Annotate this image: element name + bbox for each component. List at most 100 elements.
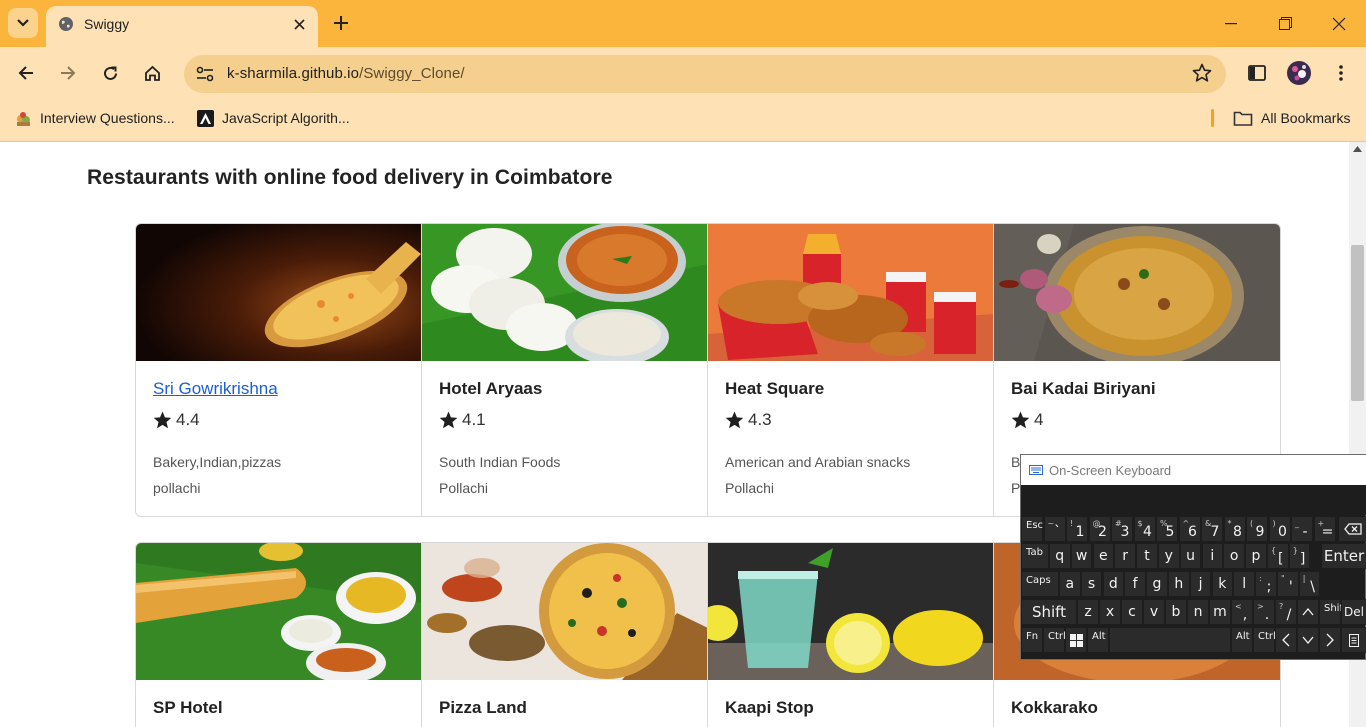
osk-key-6[interactable]: % 5 [1156, 516, 1178, 542]
forward-button[interactable] [54, 59, 82, 87]
restaurant-card[interactable]: Sri Gowrikrishna 4.4 Bakery,Indian,pizza… [136, 224, 422, 516]
osk-key-u[interactable]: u [1179, 543, 1202, 569]
osk-key-backspace[interactable] [1338, 516, 1366, 542]
reload-button[interactable] [96, 59, 124, 87]
site-info-button[interactable] [194, 63, 216, 85]
osk-key-8[interactable]: <, [1231, 599, 1253, 625]
osk-key-right-shift[interactable]: Shift [1319, 599, 1347, 625]
scroll-thumb[interactable] [1351, 245, 1364, 401]
osk-key-tab[interactable]: Tab [1021, 543, 1049, 569]
restaurant-name[interactable]: Hotel Aryaas [439, 379, 542, 399]
osk-key-t[interactable]: t [1136, 543, 1158, 569]
osk-key-13[interactable]: + = [1313, 516, 1336, 542]
close-window-button[interactable] [1312, 0, 1366, 47]
osk-key-ctrl-right[interactable]: Ctrl [1253, 627, 1276, 653]
restaurant-card[interactable]: Hotel Aryaas 4.1 South Indian Foods Poll… [422, 224, 708, 516]
osk-key-0[interactable]: Esc [1021, 516, 1043, 542]
on-screen-keyboard[interactable]: On-Screen Keyboard Esc ~ `! 1 @2 #3 $4% 5 ^ 6 & 7 * 8… [1020, 454, 1366, 660]
restaurant-image-pizza[interactable] [136, 224, 421, 361]
osk-key-down[interactable] [1297, 627, 1319, 653]
osk-key-2[interactable]: s [1080, 571, 1103, 597]
osk-key-right[interactable] [1319, 627, 1341, 653]
osk-key-3[interactable]: d [1102, 571, 1125, 597]
tab-close-button[interactable] [288, 13, 310, 35]
restaurant-image-kaapi[interactable] [708, 543, 993, 680]
restaurant-name[interactable]: Bai Kadai Biriyani [1011, 379, 1156, 399]
osk-key-fn[interactable]: Fn [1021, 627, 1043, 653]
restaurant-name[interactable]: SP Hotel [153, 698, 223, 718]
minimize-button[interactable] [1204, 0, 1258, 47]
osk-key-5[interactable]: g [1146, 571, 1168, 597]
osk-key-del[interactable]: Del [1341, 599, 1366, 625]
osk-key-9[interactable]: >. [1253, 599, 1275, 625]
osk-key-2[interactable]: x [1099, 599, 1121, 625]
osk-key-7[interactable]: m [1209, 599, 1231, 625]
osk-key-10[interactable]: (9 [1246, 516, 1268, 542]
osk-title-bar[interactable]: On-Screen Keyboard [1021, 455, 1366, 485]
restaurant-image-pizza-land[interactable] [422, 543, 707, 680]
osk-key-7[interactable]: j [1189, 571, 1212, 597]
back-button[interactable] [12, 59, 40, 87]
restaurant-image-dosa[interactable] [136, 543, 421, 680]
osk-key-menu[interactable] [1341, 627, 1366, 653]
bookmark-star-button[interactable] [1192, 63, 1212, 88]
osk-key-6[interactable]: n [1187, 599, 1209, 625]
osk-key-alt-right[interactable]: Alt [1231, 627, 1253, 653]
osk-key-3[interactable]: @2 [1088, 516, 1111, 542]
restaurant-card[interactable]: Pizza Land [422, 543, 708, 727]
restaurant-name[interactable]: Kaapi Stop [725, 698, 814, 718]
osk-key-alt[interactable]: Alt [1087, 627, 1109, 653]
osk-key-shift[interactable]: Shift [1021, 599, 1077, 625]
osk-key-e[interactable]: e [1092, 543, 1115, 569]
all-bookmarks-button[interactable]: All Bookmarks [1233, 108, 1350, 128]
osk-key-8[interactable]: k [1211, 571, 1234, 597]
osk-key-12[interactable]: _ - [1291, 516, 1313, 542]
tab-search-button[interactable] [8, 8, 38, 38]
osk-key-}][interactable]: }] [1288, 543, 1311, 569]
osk-key-i[interactable]: i [1201, 543, 1224, 569]
osk-key-10[interactable]: :; [1255, 571, 1277, 597]
osk-key-space[interactable] [1109, 627, 1231, 653]
osk-key-11[interactable]: ) 0 [1268, 516, 1291, 542]
osk-key-9[interactable]: * 8 [1223, 516, 1246, 542]
active-tab[interactable]: Swiggy [46, 6, 318, 47]
osk-key-{[[interactable]: {[ [1267, 543, 1289, 569]
osk-key-12[interactable]: | \ [1298, 571, 1321, 597]
osk-key-4[interactable]: v [1143, 599, 1165, 625]
home-button[interactable] [138, 59, 166, 87]
osk-key-7[interactable]: ^ 6 [1178, 516, 1201, 542]
osk-key-5[interactable]: $4 [1133, 516, 1156, 542]
osk-key-6[interactable]: h [1168, 571, 1190, 597]
osk-key-win[interactable] [1065, 627, 1087, 653]
restaurant-name-link[interactable]: Sri Gowrikrishna [153, 379, 278, 399]
osk-key-4[interactable]: f [1124, 571, 1146, 597]
osk-key-9[interactable]: l [1233, 571, 1255, 597]
osk-key-1[interactable]: ~ ` [1043, 516, 1066, 542]
osk-key-5[interactable]: b [1165, 599, 1187, 625]
restore-button[interactable] [1258, 0, 1312, 47]
address-bar[interactable]: k-sharmila.github.io/Swiggy_Clone/ [184, 55, 1226, 93]
restaurant-name[interactable]: Heat Square [725, 379, 824, 399]
osk-key-3[interactable]: c [1121, 599, 1143, 625]
side-panel-button[interactable] [1243, 59, 1271, 87]
osk-key-q[interactable]: q [1049, 543, 1071, 569]
osk-key-caps[interactable]: Caps [1021, 571, 1059, 597]
osk-key-11[interactable]: " ' [1277, 571, 1299, 597]
osk-key-1[interactable]: z [1077, 599, 1099, 625]
osk-key-r[interactable]: r [1114, 543, 1136, 569]
restaurant-card[interactable]: SP Hotel [136, 543, 422, 727]
osk-key-enter[interactable]: Enter [1321, 543, 1366, 569]
bookmark-javascript-algorithms[interactable]: JavaScript Algorith... [197, 108, 350, 128]
bookmark-interview-questions[interactable]: Interview Questions... [15, 108, 175, 128]
restaurant-name[interactable]: Kokkarako [1011, 698, 1098, 718]
new-tab-button[interactable] [330, 12, 352, 34]
osk-key-2[interactable]: ! 1 [1066, 516, 1088, 542]
osk-key-ctrl[interactable]: Ctrl [1043, 627, 1066, 653]
scroll-up-button[interactable] [1349, 146, 1366, 160]
osk-key-w[interactable]: w [1070, 543, 1093, 569]
osk-key-4[interactable]: #3 [1111, 516, 1133, 542]
osk-key-1[interactable]: a [1059, 571, 1081, 597]
restaurant-image-biriyani[interactable] [994, 224, 1280, 361]
menu-button[interactable] [1327, 59, 1355, 87]
restaurant-image-idli[interactable] [422, 224, 707, 361]
